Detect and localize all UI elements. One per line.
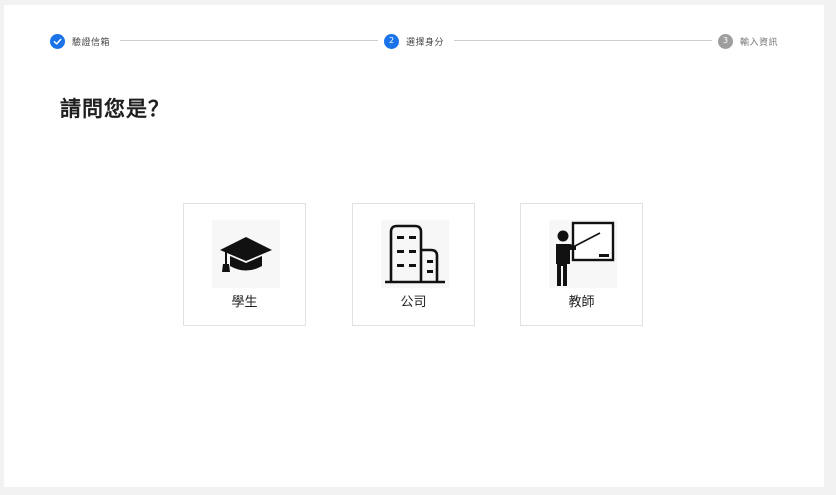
step-label: 輸入資訊 — [740, 37, 779, 48]
option-label: 學生 — [231, 295, 258, 310]
step-number: 3 — [718, 33, 733, 49]
teacher-icon — [549, 220, 617, 288]
stepper-step-select-identity: 2 選擇身分 — [384, 33, 444, 49]
step-label: 選擇身分 — [406, 37, 445, 48]
check-icon — [50, 33, 65, 49]
page-title: 請問您是？ — [60, 97, 170, 121]
step-number: 2 — [384, 33, 399, 49]
graduation-cap-icon — [212, 220, 280, 288]
stepper-connector — [454, 40, 712, 41]
stepper-connector — [120, 40, 378, 41]
building-icon — [381, 220, 449, 288]
page: 驗證信箱 2 選擇身分 3 輸入資訊 請問您是？ 學生 公司 教師 — [4, 5, 824, 487]
identity-options: 學生 公司 教師 — [183, 203, 646, 329]
option-teacher-card[interactable]: 教師 — [520, 203, 643, 326]
stepper: 驗證信箱 2 選擇身分 3 輸入資訊 — [50, 33, 780, 49]
option-label: 公司 — [400, 295, 427, 310]
stepper-step-verify-email: 驗證信箱 — [50, 33, 110, 49]
option-label: 教師 — [568, 295, 595, 310]
stepper-step-enter-info: 3 輸入資訊 — [718, 33, 778, 49]
step-label: 驗證信箱 — [72, 37, 111, 48]
option-company-card[interactable]: 公司 — [352, 203, 475, 326]
option-student-card[interactable]: 學生 — [183, 203, 306, 326]
